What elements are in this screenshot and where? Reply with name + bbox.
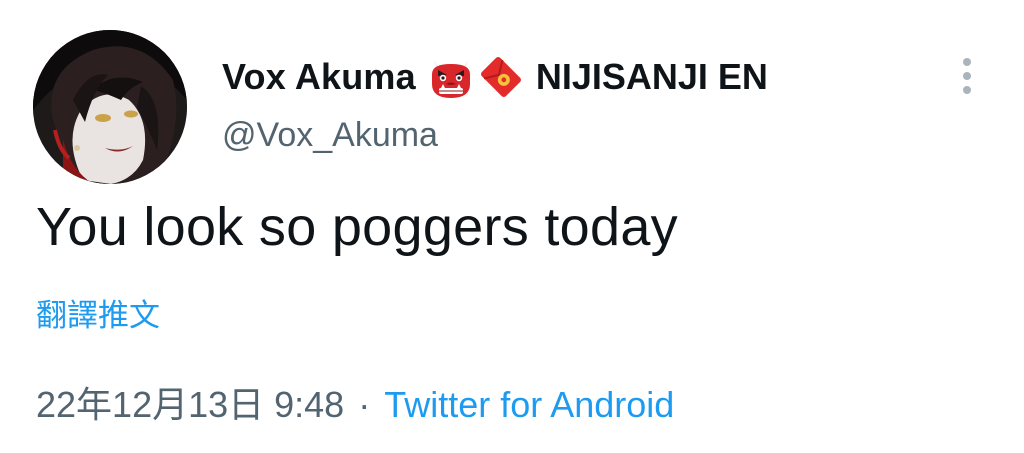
more-dot xyxy=(963,58,971,66)
tweet-card: Vox Akuma NIJISANJI EN @Vox_Akuma You lo… xyxy=(0,0,1024,453)
user-handle[interactable]: @Vox_Akuma xyxy=(222,116,438,155)
tweet-timestamp[interactable]: 22年12月13日 9:48 xyxy=(36,384,344,425)
name-row: Vox Akuma NIJISANJI EN xyxy=(222,50,768,104)
tweet-text: You look so poggers today xyxy=(36,197,678,257)
tweet-meta: 22年12月13日 9:48 · Twitter for Android xyxy=(36,376,674,428)
display-name[interactable]: Vox Akuma xyxy=(222,56,416,98)
avatar[interactable] xyxy=(33,30,187,184)
meta-separator: · xyxy=(358,384,371,425)
oni-emoji-icon xyxy=(428,54,474,100)
more-dot xyxy=(963,72,971,80)
avatar-portrait-image xyxy=(33,30,187,184)
tweet-source-link[interactable]: Twitter for Android xyxy=(384,384,674,425)
translate-tweet-link[interactable]: 翻譯推文 xyxy=(36,290,160,335)
more-dot xyxy=(963,86,971,94)
more-vertical-icon[interactable] xyxy=(956,56,978,96)
red-envelope-emoji-icon xyxy=(478,54,524,100)
affiliation-label: NIJISANJI EN xyxy=(535,56,768,97)
